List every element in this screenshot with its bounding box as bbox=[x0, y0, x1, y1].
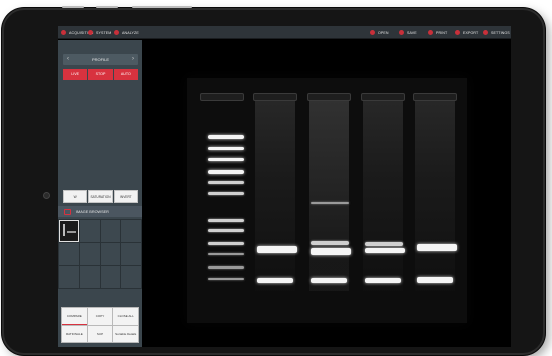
capture-mode-buttons: LIVE STOP AUTO bbox=[63, 69, 138, 80]
tablet-side-button bbox=[132, 6, 192, 8]
gel-lane bbox=[309, 101, 349, 291]
thumbnail-slot[interactable] bbox=[59, 243, 79, 265]
sortable-details-button[interactable]: Sortable Details bbox=[113, 325, 138, 342]
copy-button[interactable]: COPY bbox=[87, 308, 113, 325]
image-browser-icon bbox=[64, 208, 71, 215]
sample-band bbox=[257, 278, 293, 283]
thumbnail-slot[interactable] bbox=[79, 266, 100, 288]
top-toolbar: ACQUISITION SYSTEM ANALYZE OPEN SAVE PRI… bbox=[58, 26, 511, 39]
thumbnail-slot[interactable] bbox=[79, 243, 100, 265]
w-button[interactable]: W bbox=[63, 190, 88, 203]
sample-band bbox=[311, 278, 347, 283]
gel-well bbox=[413, 93, 457, 101]
close-all-button[interactable]: CLOSE ALL bbox=[113, 308, 138, 325]
sample-band bbox=[365, 278, 401, 283]
gel-well bbox=[361, 93, 405, 101]
compare-button[interactable]: COMPARE bbox=[62, 308, 87, 325]
save-icon bbox=[399, 30, 404, 35]
sample-band bbox=[257, 246, 297, 253]
toolbar-save-button[interactable]: SAVE bbox=[399, 26, 417, 39]
ladder-band bbox=[208, 266, 244, 269]
thumbnail-slot[interactable] bbox=[121, 266, 141, 288]
gel-well bbox=[307, 93, 351, 101]
toolbar-label: SYSTEM bbox=[96, 30, 112, 35]
browser-actions: COMPARE COPY CLOSE ALL RATIONALE SUP Sor… bbox=[61, 307, 139, 343]
export-icon bbox=[455, 30, 460, 35]
ladder-band bbox=[208, 192, 244, 195]
ladder-band bbox=[208, 219, 244, 222]
ladder-band bbox=[208, 147, 244, 150]
thumbnail-slot[interactable] bbox=[100, 220, 121, 242]
auto-button[interactable]: AUTO bbox=[113, 69, 138, 80]
gel-well bbox=[200, 93, 244, 101]
toolbar-label: EXPORT bbox=[463, 30, 479, 35]
thumbnail-slot[interactable] bbox=[100, 266, 121, 288]
thumbnail-grid bbox=[58, 219, 142, 289]
image-options: W SATURATION INVERT bbox=[63, 190, 138, 203]
rationale-button[interactable]: RATIONALE bbox=[62, 325, 87, 342]
ladder-band bbox=[208, 135, 244, 139]
toolbar-open-button[interactable]: OPEN bbox=[370, 26, 389, 39]
toolbar-label: OPEN bbox=[378, 30, 389, 35]
app-screen: ACQUISITION SYSTEM ANALYZE OPEN SAVE PRI… bbox=[58, 26, 511, 347]
thumbnail-slot[interactable] bbox=[79, 220, 100, 242]
image-browser-title: IMAGE BROWSER bbox=[76, 209, 109, 214]
thumbnail-slot[interactable] bbox=[121, 243, 141, 265]
toolbar-label: PRINT bbox=[436, 30, 448, 35]
toolbar-analyze-button[interactable]: ANALYZE bbox=[114, 26, 139, 39]
chevron-left-icon[interactable]: ‹ bbox=[67, 56, 69, 63]
sup-button[interactable]: SUP bbox=[87, 325, 113, 342]
sample-band bbox=[417, 244, 457, 251]
thumbnail-slot[interactable] bbox=[59, 266, 79, 288]
saturation-button[interactable]: SATURATION bbox=[88, 190, 113, 203]
ladder-band bbox=[208, 242, 244, 245]
toolbar-label: SETTINGS bbox=[491, 30, 510, 35]
tablet-side-button bbox=[62, 6, 84, 8]
profile-label: PROFILE bbox=[91, 57, 110, 62]
toolbar-settings-button[interactable]: SETTINGS bbox=[483, 26, 510, 39]
ladder-band bbox=[208, 158, 244, 161]
analyze-icon bbox=[114, 30, 119, 35]
toolbar-system-button[interactable]: SYSTEM bbox=[88, 26, 111, 39]
sample-band bbox=[311, 202, 349, 204]
thumbnail-slot[interactable] bbox=[121, 220, 141, 242]
front-camera bbox=[43, 192, 50, 199]
left-control-panel: PROFILE ‹ › LIVE STOP AUTO W SATURATION … bbox=[58, 40, 142, 347]
image-viewer[interactable] bbox=[142, 40, 511, 347]
folder-icon bbox=[370, 30, 375, 35]
gel-image bbox=[187, 78, 467, 323]
ladder-band bbox=[208, 253, 244, 255]
chevron-right-icon[interactable]: › bbox=[132, 56, 134, 63]
toolbar-label: ANALYZE bbox=[122, 30, 139, 35]
stop-button[interactable]: STOP bbox=[88, 69, 113, 80]
sample-band bbox=[311, 241, 349, 245]
sample-band bbox=[365, 242, 403, 246]
toolbar-export-button[interactable]: EXPORT bbox=[455, 26, 478, 39]
invert-button[interactable]: INVERT bbox=[113, 190, 138, 203]
gear-icon bbox=[483, 30, 488, 35]
ladder-band bbox=[208, 278, 244, 280]
thumbnail[interactable] bbox=[59, 220, 79, 242]
ladder-band bbox=[208, 170, 244, 174]
sample-band bbox=[365, 248, 405, 253]
live-button[interactable]: LIVE bbox=[63, 69, 88, 80]
gel-lane bbox=[415, 101, 455, 291]
image-browser-header: IMAGE BROWSER bbox=[58, 206, 142, 217]
ladder-band bbox=[208, 229, 244, 232]
sample-band bbox=[311, 248, 351, 255]
system-icon bbox=[88, 30, 93, 35]
toolbar-label: SAVE bbox=[407, 30, 417, 35]
print-icon bbox=[428, 30, 433, 35]
camera-icon bbox=[61, 30, 66, 35]
ladder-band bbox=[208, 181, 244, 184]
gel-lane bbox=[255, 101, 295, 291]
profile-selector[interactable]: PROFILE ‹ › bbox=[63, 54, 138, 65]
tablet-side-button bbox=[96, 6, 118, 8]
sample-band bbox=[417, 277, 453, 283]
gel-well bbox=[253, 93, 297, 101]
thumbnail-slot[interactable] bbox=[100, 243, 121, 265]
toolbar-print-button[interactable]: PRINT bbox=[428, 26, 447, 39]
gel-lane bbox=[363, 101, 403, 291]
